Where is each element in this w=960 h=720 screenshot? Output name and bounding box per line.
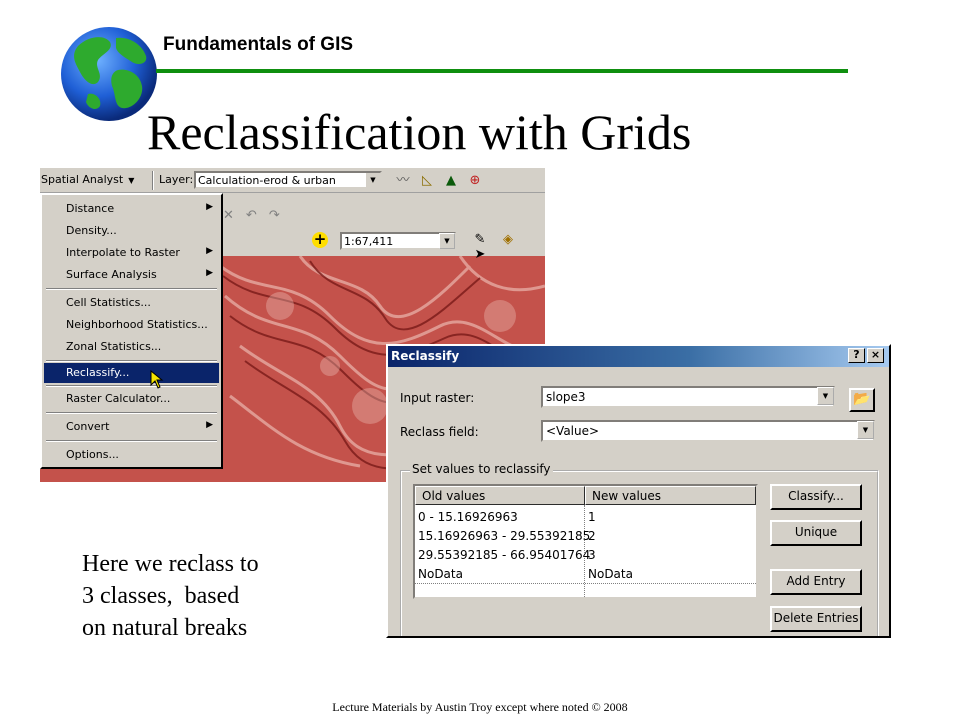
course-name: Fundamentals of GIS: [163, 34, 354, 55]
menu-item-reclassify[interactable]: Reclassify...: [44, 363, 219, 383]
menu-item-label: Density...: [66, 224, 117, 237]
edit-tools: ✕ ↶ ↷: [223, 208, 292, 223]
menu-item-label: Distance: [66, 202, 115, 215]
menu-item-interpolate-to-raster[interactable]: Interpolate to Raster ▶: [44, 243, 219, 263]
layer-select[interactable]: Calculation-erod & urban ▼: [194, 171, 382, 189]
old-value-cell[interactable]: 0 - 15.16926963: [418, 510, 518, 524]
unique-button[interactable]: Unique: [770, 520, 862, 546]
reclass-field-select[interactable]: <Value> ▼: [541, 420, 875, 442]
delete-icon[interactable]: ✕: [223, 208, 234, 223]
reclass-table[interactable]: Old values New values 0 - 15.16926963 1 …: [413, 484, 758, 599]
submenu-arrow-icon: ▶: [206, 202, 213, 212]
layer-label: Layer:: [159, 173, 194, 186]
spatial-analyst-menu-button[interactable]: Spatial Analyst ▼: [40, 170, 134, 190]
arctoolbox-icon[interactable]: ◈: [498, 232, 518, 247]
toolbar-separator: [152, 171, 154, 190]
spatial-analyst-toolbar: Spatial Analyst ▼ Layer: Calculation-erod…: [40, 168, 545, 193]
menu-item-neighborhood-statistics[interactable]: Neighborhood Statistics...: [44, 315, 219, 335]
column-header-old-values[interactable]: Old values: [415, 486, 585, 505]
redo-icon[interactable]: ↷: [269, 208, 280, 223]
close-button[interactable]: ×: [867, 348, 884, 363]
histogram-icon[interactable]: ◺: [418, 172, 436, 189]
slide-title: Reclassification with Grids: [147, 104, 692, 160]
menu-item-cell-statistics[interactable]: Cell Statistics...: [44, 293, 219, 313]
menu-item-label: Surface Analysis: [66, 268, 157, 281]
mouse-pointer-icon: [150, 370, 164, 389]
spatial-analyst-tools: 〰 ◺ ▲ ⊕: [394, 172, 490, 189]
menu-item-distance[interactable]: Distance ▶: [44, 199, 219, 219]
new-value-cell[interactable]: 1: [588, 510, 596, 524]
explanation-line: on natural breaks: [82, 615, 248, 641]
open-folder-icon[interactable]: 📂: [849, 388, 875, 412]
menu-item-label: Options...: [66, 448, 119, 461]
submenu-arrow-icon: ▶: [206, 268, 213, 278]
reclass-field-value: <Value>: [546, 424, 600, 438]
map-scale-value: 1:67,411: [344, 235, 394, 248]
chevron-down-icon[interactable]: ▼: [439, 233, 455, 249]
help-button[interactable]: ?: [848, 348, 865, 363]
new-value-cell[interactable]: 2: [588, 529, 596, 543]
reclass-field-label: Reclass field:: [400, 425, 479, 439]
reclassify-dialog: Reclassify ? × Input raster: slope3 ▼ 📂 …: [386, 344, 891, 638]
column-header-new-values[interactable]: New values: [585, 486, 756, 505]
layer-value: Calculation-erod & urban: [198, 174, 336, 187]
chevron-down-icon[interactable]: ▼: [365, 173, 380, 187]
group-label: Set values to reclassify: [410, 462, 553, 476]
spatial-analyst-label: Spatial Analyst: [41, 173, 124, 186]
classify-button[interactable]: Classify...: [770, 484, 862, 510]
explanation-line: 3 classes, based: [82, 583, 240, 609]
new-value-cell[interactable]: 3: [588, 548, 596, 562]
menu-separator: [46, 412, 217, 414]
map-scale-select[interactable]: 1:67,411 ▼: [340, 232, 456, 250]
contour-tool-icon[interactable]: 〰: [394, 172, 412, 189]
menu-item-density[interactable]: Density...: [44, 221, 219, 241]
undo-icon[interactable]: ↶: [246, 208, 257, 223]
target-icon[interactable]: ⊕: [466, 172, 484, 189]
dialog-title-bar[interactable]: Reclassify: [388, 346, 889, 367]
editor-toolbar-icon[interactable]: ✎: [470, 232, 490, 247]
new-value-cell[interactable]: NoData: [588, 567, 633, 581]
add-entry-button[interactable]: Add Entry: [770, 569, 862, 595]
menu-item-label: Cell Statistics...: [66, 296, 151, 309]
chevron-down-icon[interactable]: ▼: [817, 387, 834, 405]
menu-item-label: Neighborhood Statistics...: [66, 318, 208, 331]
menu-item-label: Raster Calculator...: [66, 392, 171, 405]
menu-item-options[interactable]: Options...: [44, 445, 219, 465]
header-rule: [156, 69, 848, 73]
menu-separator: [46, 440, 217, 442]
menu-item-label: Convert: [66, 420, 110, 433]
chevron-down-icon[interactable]: ▼: [857, 421, 874, 439]
editor-tools: ✎ ◈ ➤: [470, 232, 545, 262]
menu-separator: [46, 385, 217, 387]
input-raster-value: slope3: [546, 390, 586, 404]
dropdown-arrow-icon: ▼: [128, 176, 135, 185]
submenu-arrow-icon: ▶: [206, 420, 213, 430]
select-pointer-icon[interactable]: ➤: [470, 247, 490, 262]
menu-item-label: Interpolate to Raster: [66, 246, 180, 259]
dialog-title: Reclassify: [391, 349, 460, 363]
menu-item-raster-calculator[interactable]: Raster Calculator...: [44, 389, 219, 409]
submenu-arrow-icon: ▶: [206, 246, 213, 256]
delete-entries-button[interactable]: Delete Entries: [770, 606, 862, 632]
menu-item-surface-analysis[interactable]: Surface Analysis ▶: [44, 265, 219, 285]
footer-credit: Lecture Materials by Austin Troy except …: [332, 700, 628, 714]
menu-item-zonal-statistics[interactable]: Zonal Statistics...: [44, 337, 219, 357]
menu-item-convert[interactable]: Convert ▶: [44, 417, 219, 437]
row-divider: [415, 583, 756, 584]
tree-icon[interactable]: ▲: [442, 172, 460, 189]
old-value-cell[interactable]: 15.16926963 - 29.55392185: [418, 529, 590, 543]
explanation-text: Here we reclass to 3 classes, based on n…: [82, 548, 259, 644]
input-raster-label: Input raster:: [400, 391, 475, 405]
menu-separator: [46, 360, 217, 362]
input-raster-select[interactable]: slope3 ▼: [541, 386, 835, 408]
menu-item-label: Zonal Statistics...: [66, 340, 162, 353]
explanation-line: Here we reclass to: [82, 551, 259, 577]
spatial-analyst-menu: Distance ▶ Density... Interpolate to Rast…: [40, 193, 223, 469]
add-data-icon[interactable]: +: [312, 232, 328, 248]
menu-separator: [46, 288, 217, 290]
menu-item-label: Reclassify...: [66, 366, 130, 379]
globe-logo: [61, 27, 157, 121]
old-value-cell[interactable]: 29.55392185 - 66.95401764: [418, 548, 590, 562]
old-value-cell[interactable]: NoData: [418, 567, 463, 581]
